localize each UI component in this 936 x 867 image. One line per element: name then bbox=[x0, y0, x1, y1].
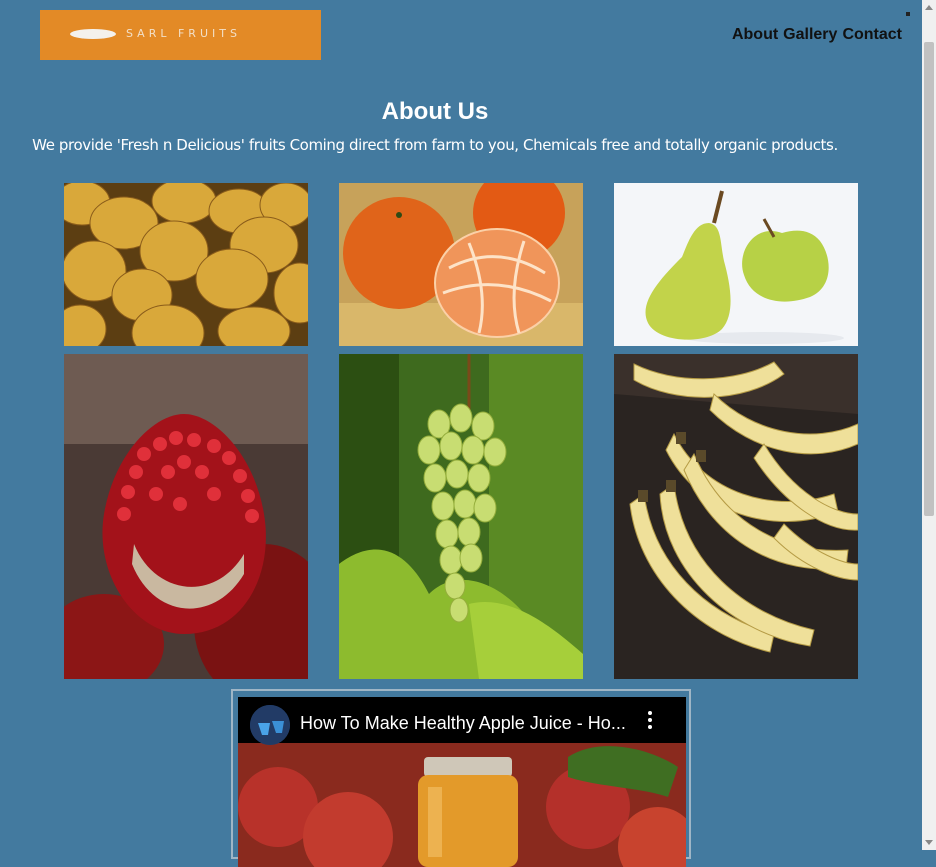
scroll-up-icon[interactable] bbox=[925, 5, 933, 10]
main-nav: About Gallery Contact bbox=[732, 26, 902, 44]
pears-image bbox=[614, 183, 858, 346]
about-description: We provide 'Fresh n Delicious' fruits Co… bbox=[32, 136, 838, 154]
logo[interactable]: SARL FRUITS bbox=[40, 10, 321, 60]
video-player[interactable]: How To Make Healthy Apple Juice - Ho... bbox=[238, 697, 686, 867]
logo-mark bbox=[70, 29, 116, 39]
pomegranate-image bbox=[64, 354, 308, 679]
scrollbar[interactable] bbox=[922, 0, 936, 850]
nav-contact[interactable]: Contact bbox=[842, 26, 902, 44]
logo-text: SARL FRUITS bbox=[126, 27, 241, 40]
page-title: About Us bbox=[381, 98, 489, 125]
channel-avatar[interactable] bbox=[250, 705, 290, 745]
scrollbar-thumb[interactable] bbox=[924, 42, 934, 516]
grapes-image bbox=[339, 354, 583, 679]
scroll-down-icon[interactable] bbox=[925, 840, 933, 845]
video-title[interactable]: How To Make Healthy Apple Juice - Ho... bbox=[300, 713, 626, 734]
nav-about[interactable]: About bbox=[732, 26, 778, 44]
video-embed[interactable]: How To Make Healthy Apple Juice - Ho... bbox=[231, 689, 691, 867]
bananas-image bbox=[614, 354, 858, 679]
more-options-icon[interactable] bbox=[648, 711, 652, 732]
mangoes-image bbox=[64, 183, 308, 346]
nav-gallery[interactable]: Gallery bbox=[783, 26, 837, 44]
menu-dot-icon bbox=[906, 12, 910, 16]
oranges-image bbox=[339, 183, 583, 346]
